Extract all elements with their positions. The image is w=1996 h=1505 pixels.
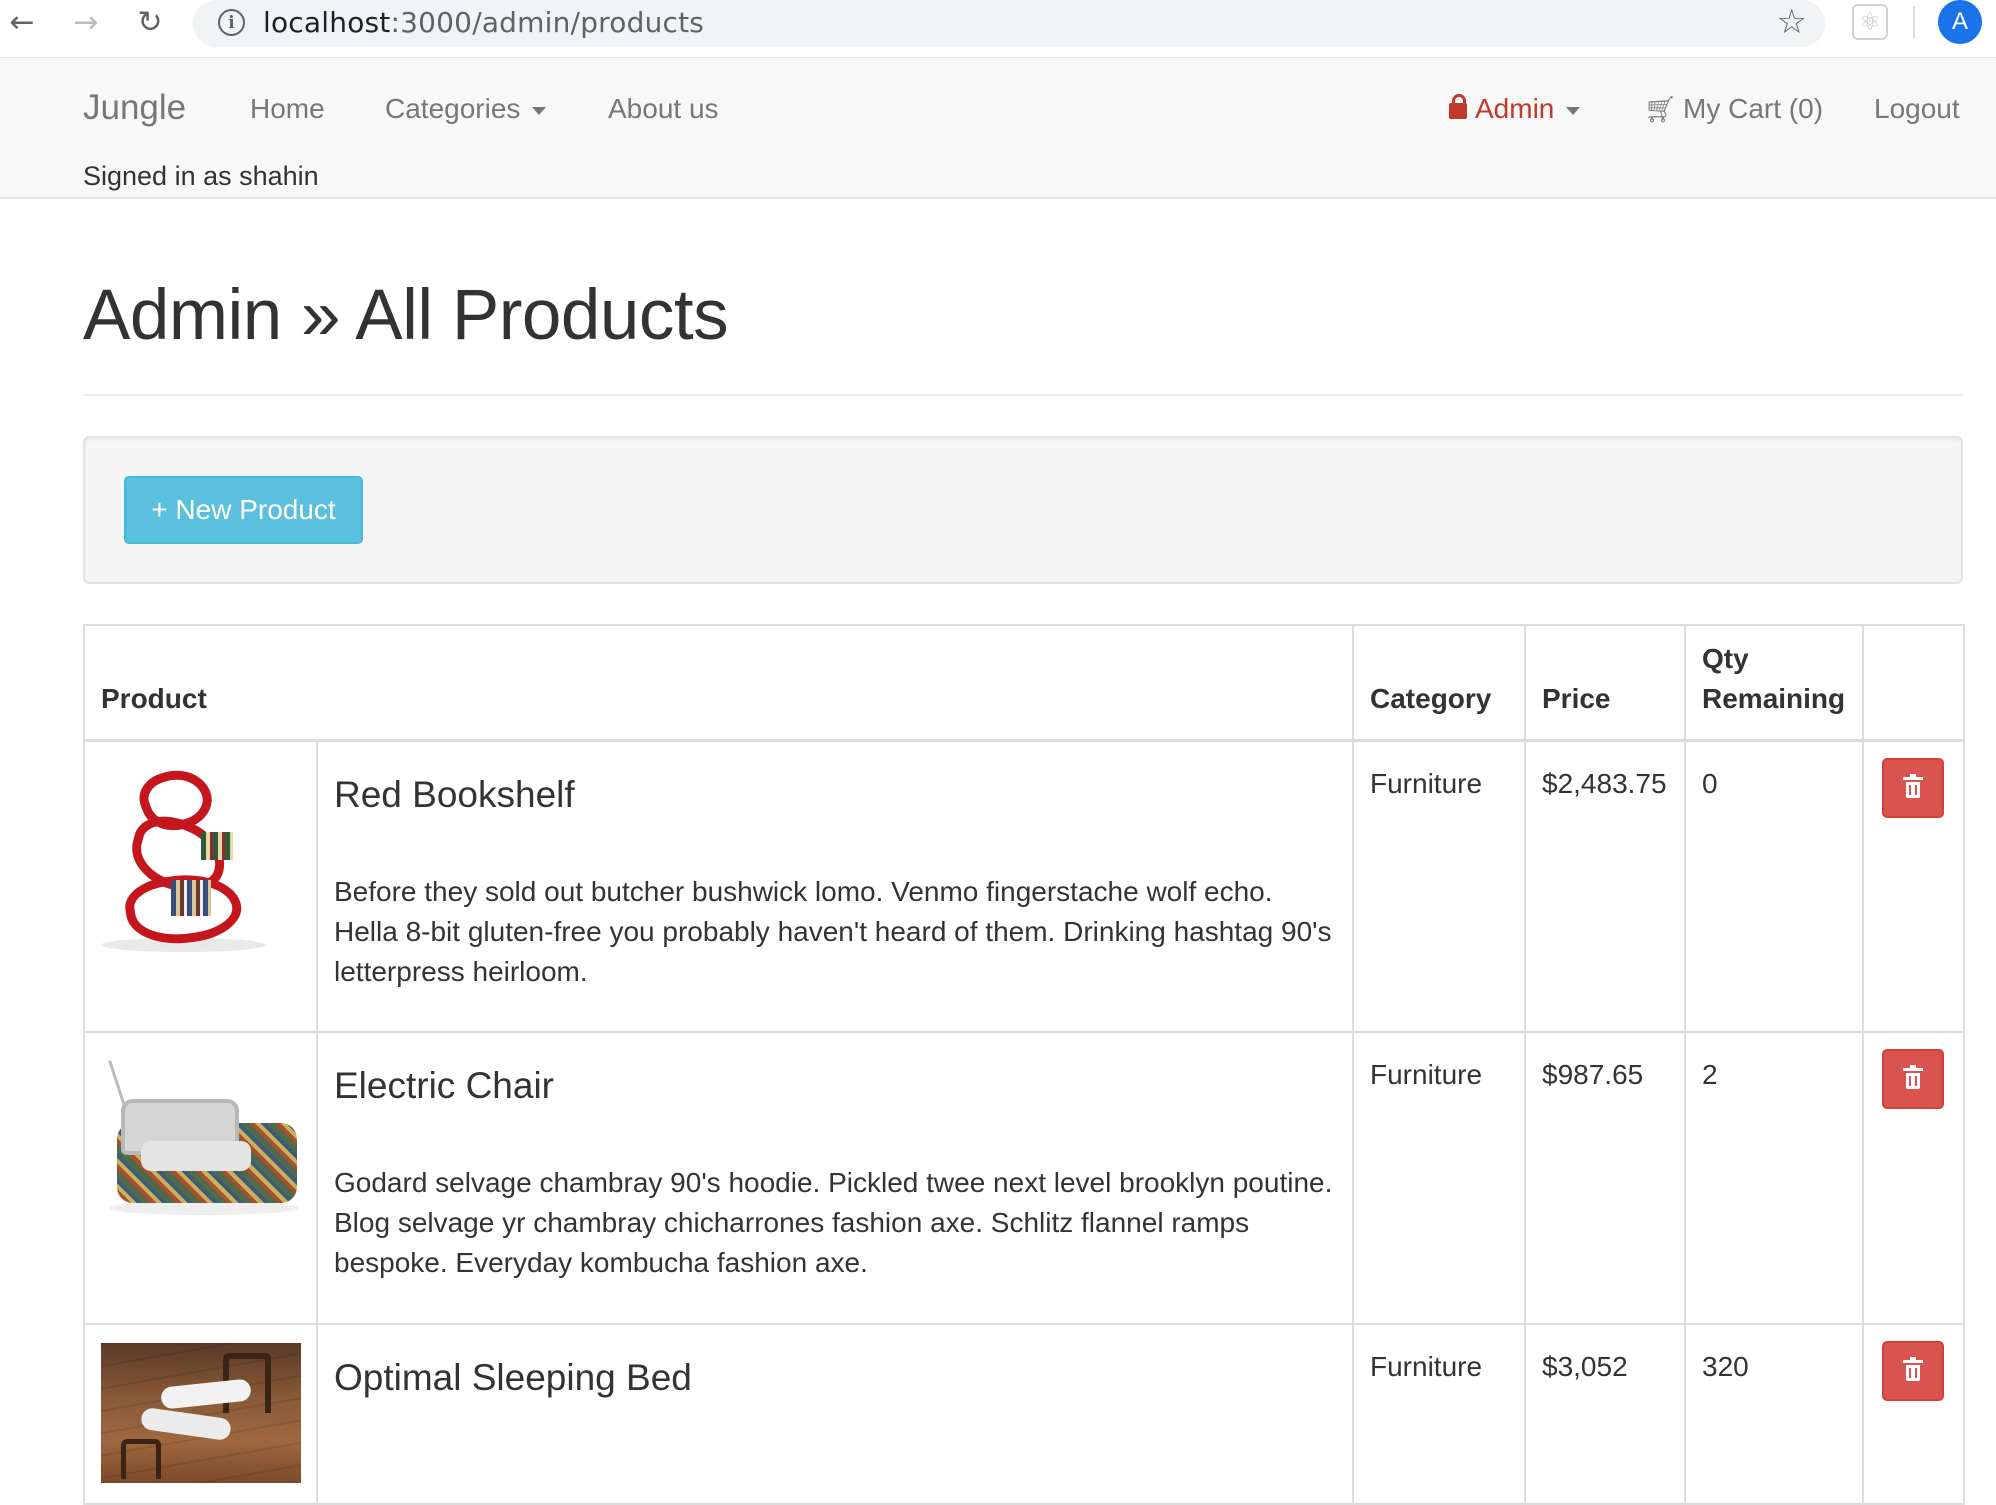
nav-admin-dropdown[interactable]: Admin (1449, 93, 1581, 125)
header-qty: Qty Remaining (1684, 624, 1864, 742)
reload-icon[interactable]: ↻ (130, 2, 170, 42)
product-actions-cell (1862, 739, 1965, 1033)
product-info-cell: Optimal Sleeping Bed (316, 1323, 1354, 1505)
new-product-button[interactable]: + New Product (124, 476, 363, 544)
product-image-cell (83, 1323, 318, 1505)
table-row: Red Bookshelf Before they sold out butch… (83, 739, 1965, 1033)
products-table: Product Category Price Qty Remaining Red… (83, 624, 1965, 1505)
product-image-chair (101, 1051, 301, 1247)
cart-icon: 🛒︎ (1644, 95, 1678, 125)
delete-product-button[interactable] (1882, 757, 1944, 818)
url-path: :3000/admin/products (390, 6, 705, 39)
product-name: Red Bookshelf (334, 773, 575, 815)
navbar: Jungle Home Categories About us Admin 🛒︎… (0, 57, 1996, 199)
brand-link[interactable]: Jungle (83, 88, 186, 128)
forward-arrow-icon[interactable]: → (66, 2, 106, 42)
product-image-cell (83, 1031, 318, 1325)
star-icon[interactable]: ☆ (1777, 2, 1807, 42)
product-price: $2,483.75 (1524, 739, 1686, 1033)
product-price: $3,052 (1524, 1323, 1686, 1505)
product-category: Furniture (1352, 1031, 1526, 1325)
nav-logout[interactable]: Logout (1874, 93, 1960, 125)
header-price: Price (1524, 624, 1686, 742)
header-category: Category (1352, 624, 1526, 742)
product-name: Electric Chair (334, 1065, 554, 1106)
nav-categories-label: Categories (385, 93, 521, 124)
product-info-cell: Red Bookshelf Before they sold out butch… (316, 739, 1354, 1033)
toolbar-divider (1913, 6, 1915, 38)
url-host: localhost (263, 6, 391, 39)
product-category: Furniture (1352, 1323, 1526, 1505)
product-description: Godard selvage chambray 90's hoodie. Pic… (334, 1167, 1333, 1278)
page-title: Admin » All Products (83, 276, 729, 355)
nav-about[interactable]: About us (608, 93, 719, 125)
caret-down-icon (532, 106, 547, 115)
info-icon[interactable]: i (218, 9, 245, 36)
profile-avatar[interactable]: A (1938, 0, 1982, 44)
product-qty: 2 (1684, 1031, 1864, 1325)
caret-down-icon (1566, 106, 1581, 115)
product-image-bed (101, 1343, 301, 1483)
product-info-cell: Electric Chair Godard selvage chambray 9… (316, 1031, 1354, 1325)
product-category: Furniture (1352, 739, 1526, 1033)
lock-icon (1449, 94, 1467, 119)
product-qty: 0 (1684, 739, 1864, 1033)
product-name: Optimal Sleeping Bed (334, 1357, 692, 1398)
table-row: Electric Chair Godard selvage chambray 9… (83, 1031, 1965, 1325)
product-qty: 320 (1684, 1323, 1864, 1505)
nav-categories-dropdown[interactable]: Categories (385, 93, 547, 125)
address-bar[interactable]: i localhost:3000/admin/products ☆ (193, 0, 1825, 47)
browser-toolbar: ← → ↻ i localhost:3000/admin/products ☆ … (0, 0, 1996, 57)
delete-product-button[interactable] (1882, 1341, 1944, 1401)
header-product: Product (83, 624, 1354, 742)
product-actions-cell (1862, 1323, 1965, 1505)
trash-icon (1903, 1357, 1923, 1381)
header-actions (1862, 624, 1965, 742)
signed-in-text: Signed in as shahin (83, 161, 319, 191)
nav-cart-label: My Cart (0) (1683, 93, 1824, 124)
actions-well: + New Product (83, 436, 1963, 584)
table-header-row: Product Category Price Qty Remaining (83, 624, 1965, 742)
product-description: Before they sold out butcher bushwick lo… (334, 875, 1332, 987)
nav-home[interactable]: Home (250, 93, 325, 125)
product-image-cell (83, 739, 318, 1033)
react-devtools-icon[interactable]: ⚛ (1852, 4, 1888, 40)
title-divider (83, 394, 1963, 396)
product-actions-cell (1862, 1031, 1965, 1325)
delete-product-button[interactable] (1882, 1049, 1944, 1109)
product-price: $987.65 (1524, 1031, 1686, 1325)
trash-icon (1903, 1065, 1923, 1089)
url-text[interactable]: localhost:3000/admin/products (263, 6, 704, 39)
nav-cart[interactable]: 🛒︎ My Cart (0) (1644, 93, 1823, 125)
back-arrow-icon[interactable]: ← (2, 2, 42, 42)
nav-admin-label: Admin (1475, 93, 1555, 124)
trash-icon (1903, 773, 1923, 798)
table-row: Optimal Sleeping Bed Furniture $3,052 32… (83, 1323, 1965, 1505)
product-image-bookshelf (101, 759, 301, 956)
